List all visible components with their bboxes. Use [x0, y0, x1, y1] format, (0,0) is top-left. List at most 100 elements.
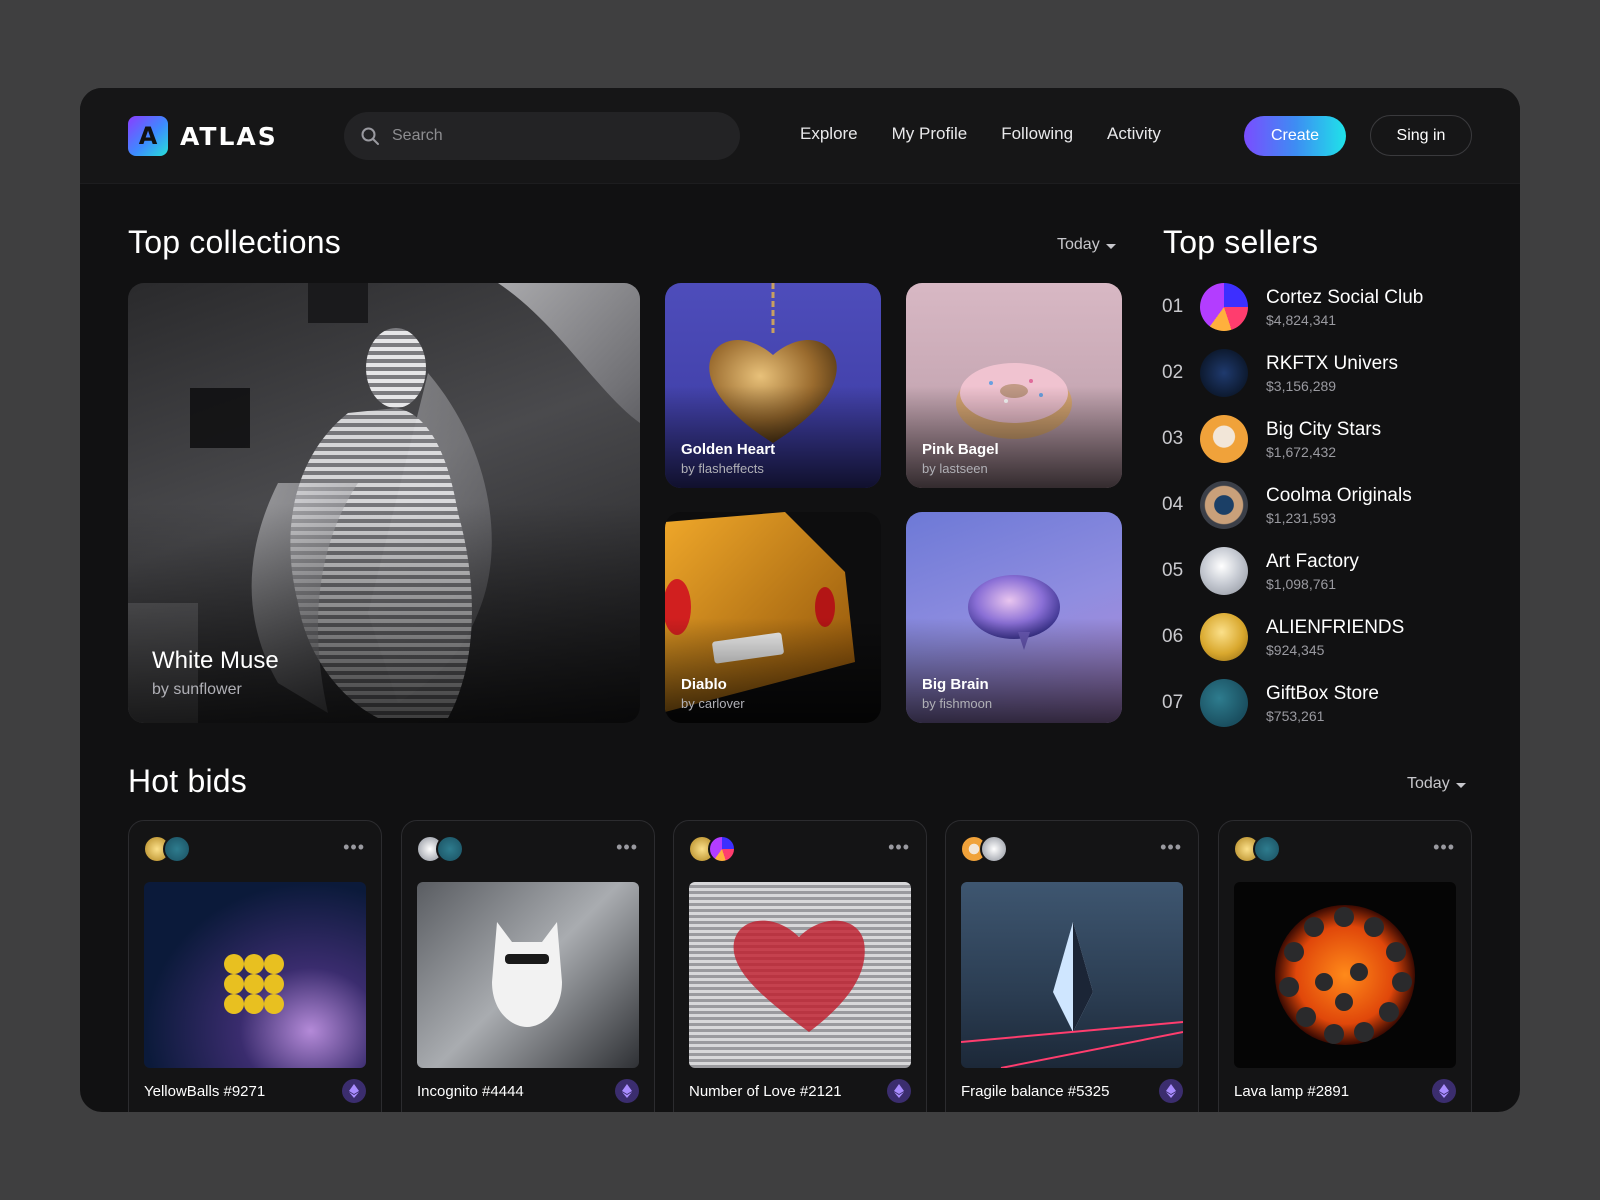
bid-art [1275, 905, 1415, 1045]
bid-avatars [1233, 835, 1281, 863]
nav-activity[interactable]: Activity [1107, 124, 1161, 144]
bid-avatars [960, 835, 1008, 863]
search-box[interactable] [344, 112, 740, 160]
bid-card[interactable]: ••• Lava lamp #2891 [1218, 820, 1472, 1112]
app-name: ATLAS [180, 121, 278, 151]
seller-avatar [1200, 283, 1248, 331]
ethereum-icon [342, 1079, 366, 1103]
chevron-down-icon [1455, 782, 1466, 788]
seller-avatar [1200, 679, 1248, 727]
more-icon[interactable]: ••• [888, 837, 910, 858]
bid-name: YellowBalls #9271 [144, 1083, 266, 1100]
seller-amount: $1,231,593 [1266, 509, 1337, 526]
bid-card[interactable]: ••• Fragile balance #5325 [945, 820, 1199, 1112]
seller-amount: $1,098,761 [1266, 575, 1337, 592]
bid-art [224, 954, 284, 1014]
seller-avatar [1200, 613, 1248, 661]
nav-my-profile[interactable]: My Profile [892, 124, 968, 144]
hot-bids-filter[interactable]: Today [1407, 775, 1466, 793]
create-button[interactable]: Create [1244, 116, 1346, 156]
logo-mark: A [128, 116, 168, 156]
top-collections-title: Top collections [128, 224, 341, 260]
collection-card-big-brain[interactable]: Big Brain by fishmoon [906, 512, 1122, 723]
seller-item[interactable]: 02 RKFTX Univers $3,156,289 [1162, 345, 1482, 401]
seller-name: Big City Stars [1266, 418, 1382, 440]
collection-card-pink-bagel[interactable]: Pink Bagel by lastseen [906, 283, 1122, 488]
bid-avatars [143, 835, 191, 863]
app-frame: A ATLAS Explore My Profile Following Act… [80, 88, 1520, 1112]
more-icon[interactable]: ••• [343, 837, 365, 858]
seller-rank: 07 [1162, 692, 1184, 713]
avatar [163, 835, 191, 863]
seller-item[interactable]: 01 Cortez Social Club $4,824,341 [1162, 279, 1482, 335]
bid-card[interactable]: ••• Number of Love #2121 [673, 820, 927, 1112]
collection-title: Golden Heart [681, 441, 776, 458]
bid-art [733, 920, 865, 1032]
top-sellers-title: Top sellers [1163, 224, 1319, 260]
bid-image [961, 882, 1183, 1068]
nav-following[interactable]: Following [1001, 124, 1073, 144]
collection-card-diablo[interactable]: Diablo by carlover [665, 512, 881, 723]
collection-title: White Muse [152, 647, 279, 674]
top-collections-filter[interactable]: Today [1057, 236, 1116, 254]
seller-name: Cortez Social Club [1266, 286, 1424, 308]
nav-explore[interactable]: Explore [800, 124, 858, 144]
collection-author: by lastseen [922, 461, 988, 476]
more-icon[interactable]: ••• [616, 837, 638, 858]
chevron-down-icon [1105, 243, 1116, 249]
collection-card-golden-heart[interactable]: Golden Heart by flasheffects [665, 283, 881, 488]
more-icon[interactable]: ••• [1160, 837, 1182, 858]
bid-image [417, 882, 639, 1068]
collection-title: Big Brain [922, 676, 989, 693]
collection-title: Diablo [681, 676, 727, 693]
search-icon [361, 127, 379, 145]
collection-author: by sunflower [152, 681, 242, 698]
avatar [1253, 835, 1281, 863]
collection-card-white-muse[interactable]: White Muse by sunflower [128, 283, 640, 723]
filter-label: Today [1057, 236, 1100, 253]
seller-rank: 02 [1162, 362, 1184, 383]
collection-author: by carlover [681, 696, 745, 711]
collection-title: Pink Bagel [922, 441, 999, 458]
logo[interactable]: A ATLAS [128, 116, 278, 156]
sign-in-button[interactable]: Sing in [1370, 115, 1472, 156]
bid-avatars [688, 835, 736, 863]
bid-name: Number of Love #2121 [689, 1083, 842, 1100]
seller-name: ALIENFRIENDS [1266, 616, 1405, 638]
seller-item[interactable]: 07 GiftBox Store $753,261 [1162, 675, 1482, 731]
seller-item[interactable]: 05 Art Factory $1,098,761 [1162, 543, 1482, 599]
seller-amount: $4,824,341 [1266, 311, 1337, 328]
bid-card[interactable]: ••• Incognito #4444 [401, 820, 655, 1112]
bid-image [689, 882, 911, 1068]
main-nav: Explore My Profile Following Activity [800, 124, 1161, 144]
seller-amount: $753,261 [1266, 707, 1325, 724]
seller-name: Art Factory [1266, 550, 1359, 572]
seller-name: GiftBox Store [1266, 682, 1379, 704]
seller-avatar [1200, 349, 1248, 397]
seller-name: RKFTX Univers [1266, 352, 1398, 374]
collection-author: by flasheffects [681, 461, 764, 476]
ethereum-icon [615, 1079, 639, 1103]
filter-label: Today [1407, 775, 1450, 792]
seller-item[interactable]: 03 Big City Stars $1,672,432 [1162, 411, 1482, 467]
bid-card[interactable]: ••• YellowBalls #9271 [128, 820, 382, 1112]
avatar [980, 835, 1008, 863]
bid-name: Fragile balance #5325 [961, 1083, 1110, 1100]
seller-rank: 01 [1162, 296, 1184, 317]
more-icon[interactable]: ••• [1433, 837, 1455, 858]
seller-avatar [1200, 481, 1248, 529]
seller-name: Coolma Originals [1266, 484, 1412, 506]
seller-rank: 04 [1162, 494, 1184, 515]
avatar [436, 835, 464, 863]
seller-rank: 03 [1162, 428, 1184, 449]
bid-image [1234, 882, 1456, 1068]
search-input[interactable] [392, 127, 712, 145]
bid-name: Lava lamp #2891 [1234, 1083, 1350, 1100]
seller-item[interactable]: 04 Coolma Originals $1,231,593 [1162, 477, 1482, 533]
seller-amount: $1,672,432 [1266, 443, 1337, 460]
bid-name: Incognito #4444 [417, 1083, 524, 1100]
seller-item[interactable]: 06 ALIENFRIENDS $924,345 [1162, 609, 1482, 665]
bid-avatars [416, 835, 464, 863]
seller-amount: $3,156,289 [1266, 377, 1337, 394]
ethereum-icon [1432, 1079, 1456, 1103]
